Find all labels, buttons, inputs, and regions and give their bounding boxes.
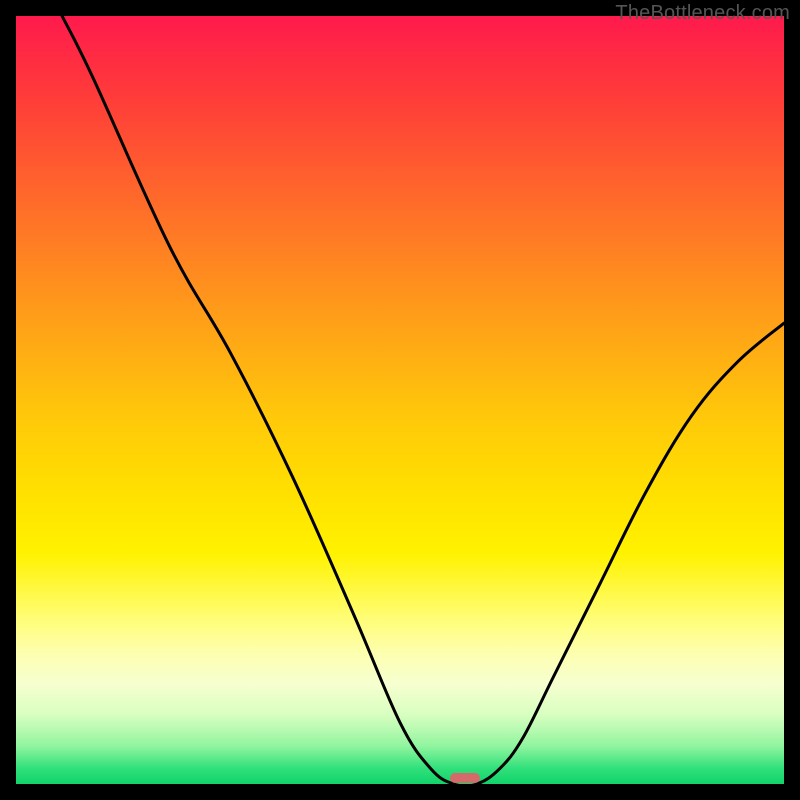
- plot-area: [16, 16, 784, 784]
- chart-frame: TheBottleneck.com: [0, 0, 800, 800]
- curve-path: [62, 16, 784, 784]
- optimal-marker: [450, 773, 480, 783]
- bottleneck-curve: [16, 16, 784, 784]
- attribution-label: TheBottleneck.com: [615, 2, 790, 25]
